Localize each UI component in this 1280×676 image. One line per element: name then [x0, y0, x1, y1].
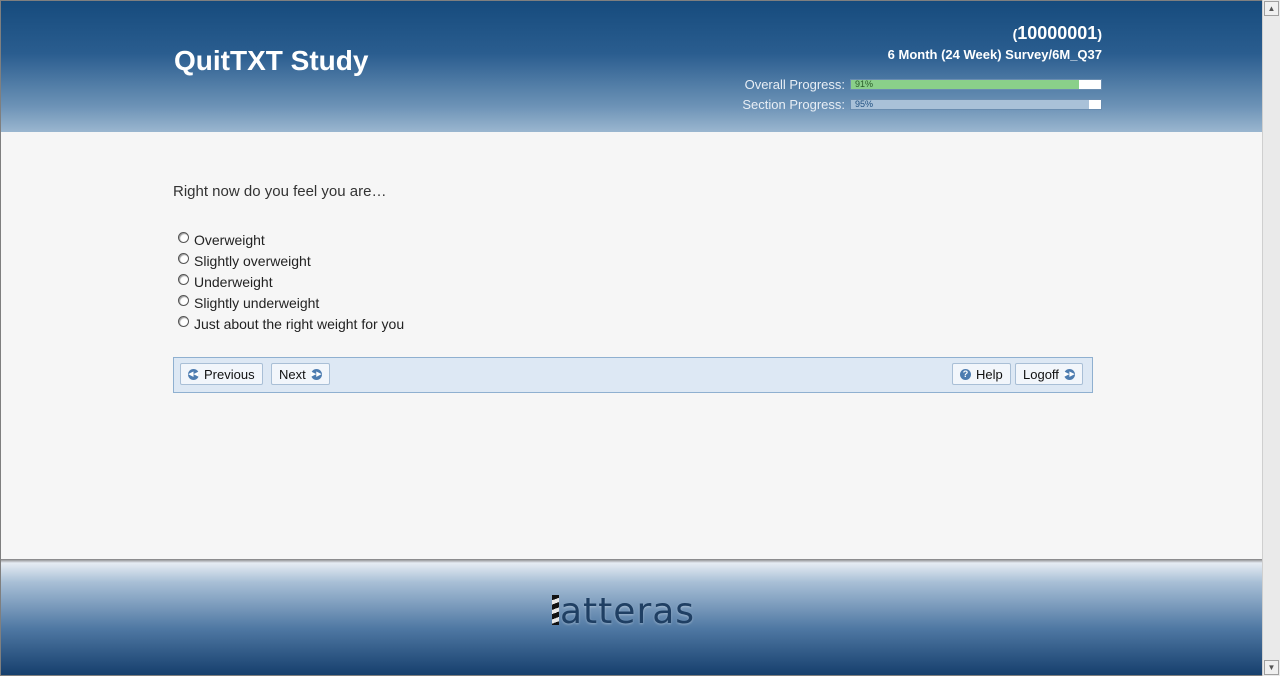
section-progress-bar: 95%	[850, 98, 1102, 110]
hatteras-logo: atteras	[552, 591, 695, 632]
option-label: Slightly overweight	[194, 252, 311, 269]
radio-button[interactable]	[178, 274, 189, 285]
section-progress-label: Section Progress:	[742, 96, 845, 112]
section-progress-text: 95%	[855, 98, 874, 109]
option-label: Overweight	[194, 231, 265, 248]
radio-button[interactable]	[178, 253, 189, 264]
next-label: Next	[279, 366, 306, 382]
vertical-scrollbar[interactable]: ▲ ▼	[1262, 0, 1280, 676]
question-text: Right now do you feel you are…	[173, 183, 387, 200]
page-header: QuitTXT Study (10000001) 6 Month (24 Wee…	[1, 1, 1263, 132]
participant-id-value: 10000001	[1017, 23, 1098, 43]
option-overweight[interactable]: Overweight	[178, 229, 404, 250]
app-title: QuitTXT Study	[174, 45, 369, 76]
survey-path: 6 Month (24 Week) Survey/6M_Q37	[887, 47, 1102, 62]
previous-button[interactable]: ◀◀ Previous	[180, 363, 263, 385]
help-label: Help	[976, 366, 1003, 382]
previous-label: Previous	[204, 366, 255, 382]
overall-progress-text: 91%	[855, 78, 874, 89]
option-underweight[interactable]: Underweight	[178, 271, 404, 292]
main-content: Right now do you feel you are… Overweigh…	[1, 132, 1263, 559]
page-footer: atteras	[1, 559, 1263, 675]
option-slightly-overweight[interactable]: Slightly overweight	[178, 250, 404, 271]
overall-progress: Overall Progress: 91%	[744, 76, 1102, 92]
scroll-up-icon[interactable]: ▲	[1264, 1, 1279, 16]
section-progress: Section Progress: 95%	[742, 96, 1102, 112]
overall-progress-bar: 91%	[850, 78, 1102, 90]
radio-button[interactable]	[178, 232, 189, 243]
forward-icon: ▶▶	[1063, 368, 1075, 380]
option-right-weight[interactable]: Just about the right weight for you	[178, 313, 404, 334]
logoff-label: Logoff	[1023, 366, 1059, 382]
logo-text: atteras	[560, 591, 696, 632]
option-label: Underweight	[194, 273, 273, 290]
option-label: Slightly underweight	[194, 294, 320, 311]
navigation-bar: ◀◀ Previous Next ▶▶ ? Help Logoff ▶▶	[173, 357, 1093, 393]
option-slightly-underweight[interactable]: Slightly underweight	[178, 292, 404, 313]
overall-progress-label: Overall Progress:	[744, 76, 845, 92]
participant-id: (10000001)	[1013, 23, 1102, 44]
logoff-button[interactable]: Logoff ▶▶	[1015, 363, 1083, 385]
rewind-icon: ◀◀	[188, 368, 199, 380]
scroll-down-icon[interactable]: ▼	[1264, 660, 1279, 675]
answer-options: Overweight Slightly overweight Underweig…	[178, 229, 404, 334]
radio-button[interactable]	[178, 316, 189, 327]
radio-button[interactable]	[178, 295, 189, 306]
help-button[interactable]: ? Help	[952, 363, 1011, 385]
browser-frame: QuitTXT Study (10000001) 6 Month (24 Wee…	[0, 0, 1263, 676]
option-label: Just about the right weight for you	[194, 315, 405, 332]
next-button[interactable]: Next ▶▶	[271, 363, 330, 385]
help-icon: ?	[960, 368, 971, 380]
forward-icon: ▶▶	[310, 368, 322, 380]
paren-close: )	[1097, 26, 1102, 42]
section-progress-fill	[851, 99, 1089, 109]
lighthouse-icon	[552, 595, 559, 625]
overall-progress-fill	[851, 79, 1079, 89]
